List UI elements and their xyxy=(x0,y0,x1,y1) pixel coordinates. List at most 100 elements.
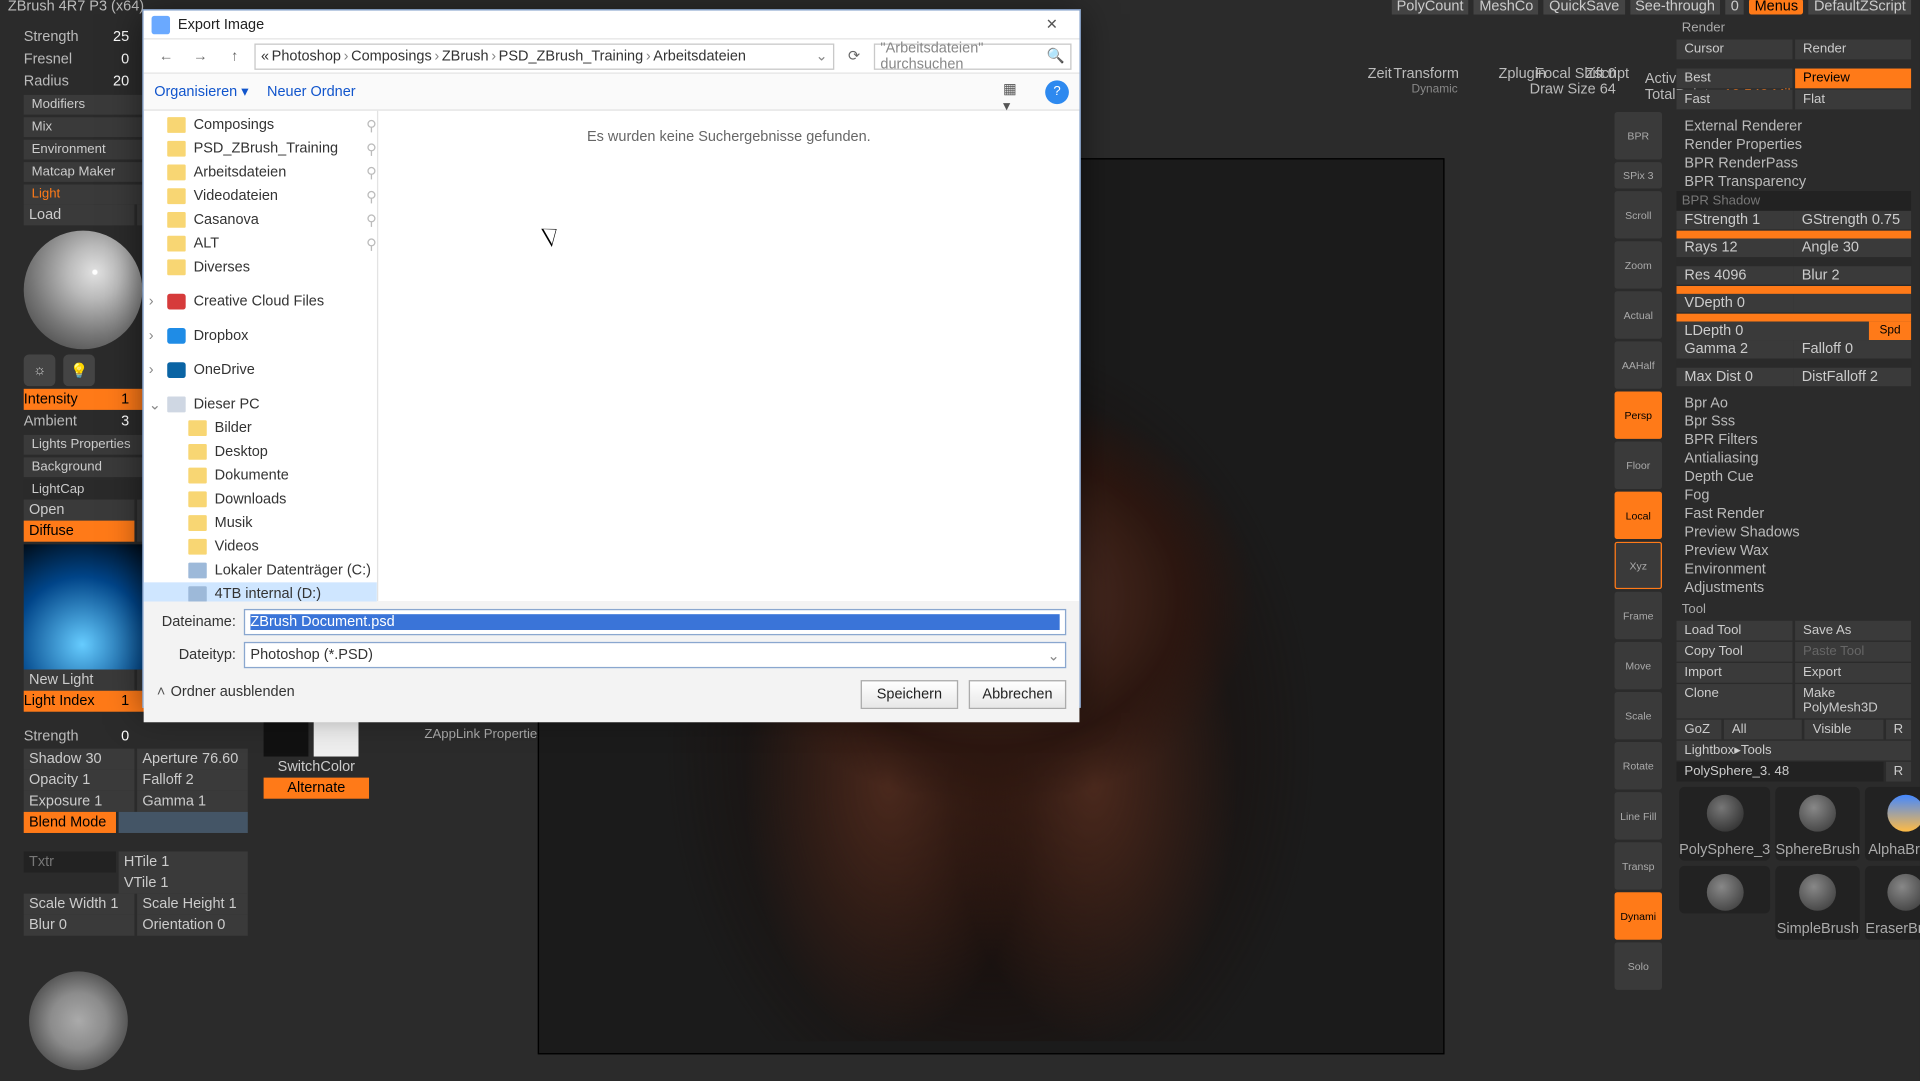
help-icon[interactable]: ? xyxy=(1045,80,1069,104)
pin-icon[interactable]: ⚲ xyxy=(366,188,377,205)
switchcolor-button[interactable]: SwitchColor xyxy=(264,759,369,775)
tool-r-button[interactable]: R xyxy=(1886,762,1911,782)
rgamma-slider[interactable]: Gamma 2 xyxy=(1676,340,1793,358)
lightbox-tools-button[interactable]: Lightbox▸Tools xyxy=(1676,741,1911,761)
makepoly-button[interactable]: Make PolyMesh3D xyxy=(1795,684,1911,718)
vdepth-slider[interactable]: VDepth 0 xyxy=(1676,294,1793,312)
tree-item[interactable]: Dokumente xyxy=(144,464,377,488)
aahalf-button[interactable]: AAHalf xyxy=(1615,341,1662,388)
actual-button[interactable]: Actual xyxy=(1615,291,1662,338)
aperture-slider[interactable]: Aperture 76.60 xyxy=(137,749,248,770)
best-button[interactable]: Best xyxy=(1676,69,1792,89)
view-mode-button[interactable]: ▦ ▾ xyxy=(1003,80,1027,104)
meshcount-chip[interactable]: MeshCo xyxy=(1474,0,1539,14)
render-environment-header[interactable]: Environment xyxy=(1676,560,1911,578)
opacity-slider[interactable]: Opacity 1 xyxy=(24,770,135,791)
tree-item[interactable]: Musik xyxy=(144,511,377,535)
current-tool-label[interactable]: PolySphere_3. 48 xyxy=(1676,762,1883,782)
distfalloff-slider[interactable]: DistFalloff 2 xyxy=(1794,368,1911,386)
vtile-slider[interactable]: VTile 1 xyxy=(119,873,248,894)
goz-visible-button[interactable]: Visible xyxy=(1805,720,1883,740)
hide-folders-toggle[interactable]: ˄Ordner ausblenden xyxy=(157,684,295,700)
zapplink-header[interactable]: ZAppLink Properties xyxy=(424,728,543,742)
tree-item[interactable]: Casanova⚲ xyxy=(144,208,377,232)
sun-icon[interactable]: ☼ xyxy=(24,355,56,387)
tree-item[interactable]: Downloads xyxy=(144,488,377,512)
falloff-slider[interactable]: Falloff 2 xyxy=(137,770,248,791)
pastetool-button[interactable]: Paste Tool xyxy=(1795,642,1911,662)
tree-item[interactable]: Bilder xyxy=(144,416,377,440)
menu-transform[interactable]: Transform xyxy=(1393,66,1459,82)
flat-button[interactable]: Flat xyxy=(1795,90,1911,110)
blend-mode-button[interactable]: Blend Mode xyxy=(24,812,116,833)
bpr-ao-header[interactable]: Bpr Ao xyxy=(1676,394,1911,412)
subtool-spherebrush[interactable]: SphereBrush xyxy=(1775,787,1860,861)
export-button[interactable]: Export xyxy=(1795,663,1911,683)
scalew-slider[interactable]: Scale Width 1 xyxy=(24,894,135,915)
seethrough-value[interactable]: 0 xyxy=(1725,0,1744,14)
pin-icon[interactable]: ⚲ xyxy=(366,212,377,229)
new-light-button[interactable]: New Light xyxy=(24,670,135,691)
bpr-shadow-header[interactable]: BPR Shadow xyxy=(1676,191,1911,211)
shadow-slider[interactable]: Shadow 30 xyxy=(24,749,135,770)
rays-slider[interactable]: Rays 12 xyxy=(1676,239,1793,257)
import-button[interactable]: Import xyxy=(1676,663,1792,683)
intensity-value[interactable]: 1 xyxy=(96,391,129,407)
orient-slider[interactable]: Orientation 0 xyxy=(137,915,248,936)
previewshadows-header[interactable]: Preview Shadows xyxy=(1676,523,1911,541)
new-folder-button[interactable]: Neuer Ordner xyxy=(267,84,356,100)
light-preview[interactable] xyxy=(24,231,143,350)
bpr-button[interactable]: BPR xyxy=(1615,112,1662,159)
fog-header[interactable]: Fog xyxy=(1676,486,1911,504)
transp-button[interactable]: Transp xyxy=(1615,842,1662,889)
tree-item[interactable]: ALT⚲ xyxy=(144,232,377,256)
tree-item-cc[interactable]: ›Creative Cloud Files xyxy=(144,290,377,314)
gstrength-slider[interactable]: GStrength 0.75 xyxy=(1794,211,1911,229)
tree-item[interactable]: Videos xyxy=(144,535,377,559)
maxdist-slider[interactable]: Max Dist 0 xyxy=(1676,368,1793,386)
antialiasing-header[interactable]: Antialiasing xyxy=(1676,449,1911,467)
cancel-button[interactable]: Abbrechen xyxy=(969,680,1067,709)
bpr-filters-header[interactable]: BPR Filters xyxy=(1676,431,1911,449)
close-icon[interactable]: ✕ xyxy=(1032,14,1072,35)
depthcue-header[interactable]: Depth Cue xyxy=(1676,468,1911,486)
filename-input[interactable] xyxy=(250,614,1059,630)
rblur-slider[interactable]: Blur 2 xyxy=(1794,266,1911,284)
polycount-chip[interactable]: PolyCount xyxy=(1391,0,1468,14)
fastrender-header[interactable]: Fast Render xyxy=(1676,505,1911,523)
exposure-slider[interactable]: Exposure 1 xyxy=(24,791,135,812)
blur-slider[interactable]: Blur 0 xyxy=(24,915,135,936)
goz-button[interactable]: GoZ xyxy=(1676,720,1721,740)
lightcap-open-button[interactable]: Open xyxy=(24,500,135,521)
persp-button[interactable]: Persp xyxy=(1615,391,1662,438)
focal-value[interactable]: 0 xyxy=(1608,66,1616,82)
solo-button[interactable]: Solo xyxy=(1615,942,1662,989)
menus-button[interactable]: Menus xyxy=(1749,0,1803,14)
floor-button[interactable]: Floor xyxy=(1615,442,1662,489)
saveas-button[interactable]: Save As xyxy=(1795,621,1911,641)
subtool-eraserbrush[interactable]: EraserBrush xyxy=(1865,866,1920,940)
external-renderer-header[interactable]: External Renderer xyxy=(1676,117,1911,135)
move-button[interactable]: Move xyxy=(1615,642,1662,689)
cursor-button[interactable]: Cursor xyxy=(1676,40,1792,60)
local-button[interactable]: Local xyxy=(1615,492,1662,539)
strength2-value[interactable]: 0 xyxy=(96,729,129,745)
fresnel-value[interactable]: 0 xyxy=(96,51,129,67)
pin-icon[interactable]: ⚲ xyxy=(366,235,377,252)
strength-value[interactable]: 25 xyxy=(96,29,129,45)
xyz-button[interactable]: Xyz xyxy=(1615,542,1662,589)
tree-item-onedrive[interactable]: ›OneDrive xyxy=(144,358,377,382)
spd-toggle[interactable]: Spd xyxy=(1869,322,1911,340)
goz-r-button[interactable]: R xyxy=(1886,720,1911,740)
nav-up-button[interactable]: ↑ xyxy=(220,43,249,69)
breadcrumb[interactable]: « Photoshop› Composings› ZBrush› PSD_ZBr… xyxy=(254,43,834,69)
loadtool-button[interactable]: Load Tool xyxy=(1676,621,1792,641)
zoom-button[interactable]: Zoom xyxy=(1615,241,1662,288)
tree-item[interactable]: Composings⚲ xyxy=(144,113,377,137)
goz-all-button[interactable]: All xyxy=(1724,720,1802,740)
copytool-button[interactable]: Copy Tool xyxy=(1676,642,1792,662)
tree-item[interactable]: PSD_ZBrush_Training⚲ xyxy=(144,137,377,161)
light-load-button[interactable]: Load xyxy=(24,204,135,225)
gamma-slider[interactable]: Gamma 1 xyxy=(137,791,248,812)
search-input[interactable]: "Arbeitsdateien" durchsuchen 🔍 xyxy=(874,43,1072,69)
